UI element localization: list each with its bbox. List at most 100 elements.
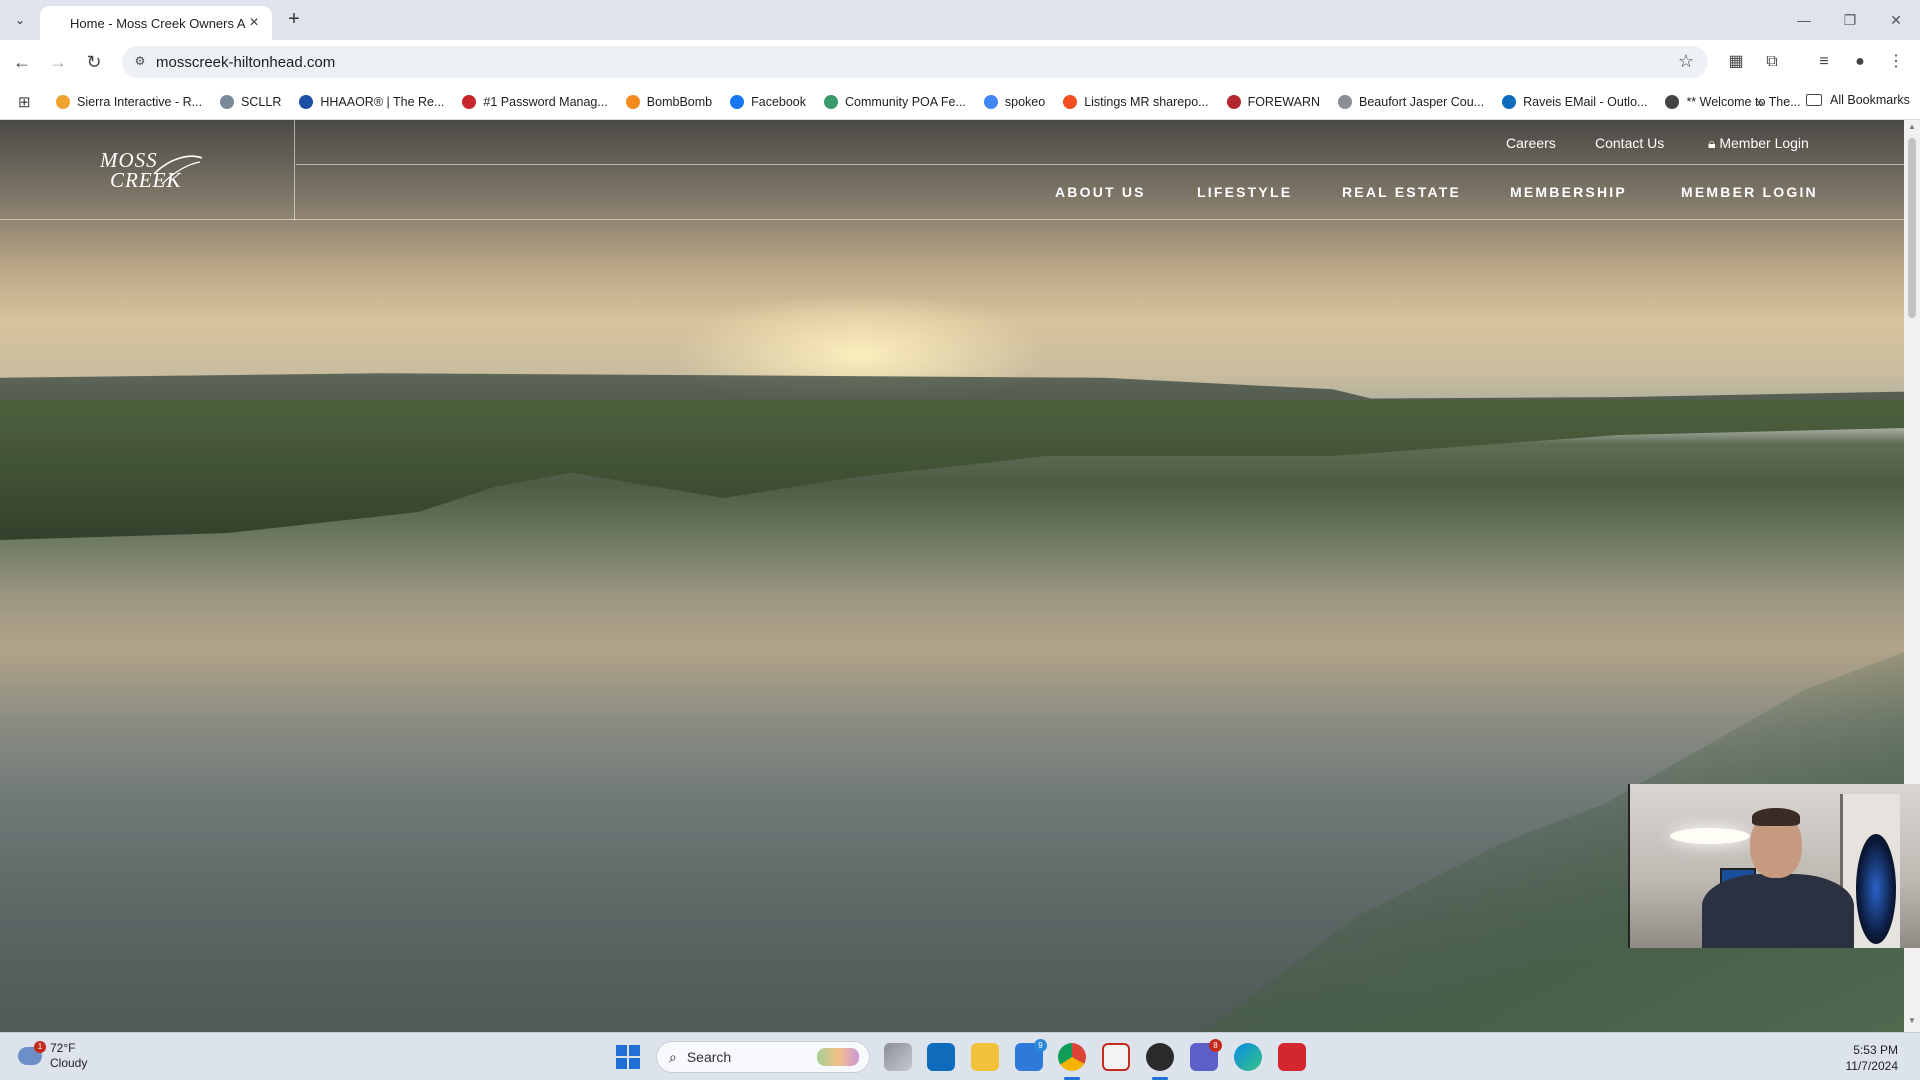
bookmark-favicon-icon	[983, 94, 998, 109]
profile-avatar-icon[interactable]: ●	[1848, 50, 1872, 74]
bookmark-label: ** Welcome to The...	[1686, 94, 1801, 109]
bookmark-label: SCLLR	[241, 94, 282, 109]
nav-member-login[interactable]: MEMBER LOGIN	[1681, 184, 1818, 200]
acrobat-icon[interactable]	[1278, 1043, 1306, 1071]
extension-icon[interactable]: ▦	[1724, 50, 1748, 74]
utility-bar: Careers Contact Us 🔒︎ Member Login	[296, 120, 1904, 165]
windows-taskbar: 1 72°F Cloudy ⌕ Search 9 8 5:53 PM 11/7/…	[0, 1032, 1920, 1080]
cam-ceiling-light	[1670, 828, 1750, 844]
tab-moss-creek-home[interactable]: Home - Moss Creek Owners As ×	[40, 6, 272, 40]
url-text: mosscreek-hiltonhead.com	[156, 53, 336, 71]
weather-badge: 1	[34, 1041, 46, 1053]
chrome-icon[interactable]	[1058, 1043, 1086, 1071]
clock-time: 5:53 PM	[1853, 1043, 1898, 1057]
member-login-utility-label: Member Login	[1719, 135, 1809, 151]
weather-desc: Cloudy	[50, 1056, 88, 1070]
bookmark-item[interactable]: FOREWARN	[1226, 94, 1320, 109]
cam-person-body	[1702, 874, 1854, 948]
bookmark-item[interactable]: Sierra Interactive - R...	[56, 94, 202, 109]
teams-icon[interactable]: 8	[1190, 1039, 1222, 1071]
back-icon[interactable]: ←	[10, 50, 34, 74]
more-bookmarks-chevron-icon[interactable]: »	[1756, 94, 1764, 110]
bookmark-favicon-icon	[1226, 94, 1241, 109]
phone-link-icon[interactable]: 9	[1015, 1039, 1047, 1071]
bookmark-favicon-icon	[824, 94, 839, 109]
bookmark-label: BombBomb	[646, 94, 713, 109]
bookmark-item[interactable]: Community POA Fe...	[824, 94, 966, 109]
site-info-icon[interactable]: ⚙	[132, 54, 148, 70]
obs-icon[interactable]	[1146, 1043, 1174, 1071]
bookmark-item[interactable]: HHAAOR® | The Re...	[299, 94, 444, 109]
scroll-up-icon[interactable]: ▲	[1908, 122, 1916, 131]
bookmark-favicon-icon	[462, 94, 477, 109]
bookmark-item[interactable]: Listings MR sharepo...	[1063, 94, 1209, 109]
site-header: MOSS CREEK Careers Contact Us 🔒︎ Member …	[0, 120, 1904, 220]
restore-icon[interactable]: ❐	[1830, 8, 1870, 32]
tab-close-icon[interactable]: ×	[246, 14, 262, 32]
bookmarks-bar: ⊞ Sierra Interactive - R... SCLLR HHAAOR® …	[0, 84, 1920, 120]
forward-icon[interactable]: →	[46, 50, 70, 74]
careers-link[interactable]: Careers	[1506, 135, 1556, 151]
windows-start-icon[interactable]	[616, 1045, 640, 1069]
snipping-tool-icon[interactable]	[1102, 1043, 1130, 1071]
task-view-icon[interactable]	[884, 1043, 912, 1071]
bookmark-favicon-icon	[1338, 94, 1353, 109]
bookmark-label: Listings MR sharepo...	[1084, 94, 1209, 109]
all-bookmarks-button[interactable]: All Bookmarks	[1806, 93, 1910, 107]
minimize-icon[interactable]: —	[1784, 8, 1824, 32]
search-icon: ⌕	[669, 1048, 677, 1065]
cam-lamp	[1856, 834, 1896, 944]
member-login-utility-link[interactable]: 🔒︎ Member Login	[1708, 135, 1809, 152]
teams-badge: 8	[1209, 1039, 1222, 1052]
edge-icon[interactable]	[1234, 1043, 1262, 1071]
moss-creek-logo[interactable]: MOSS CREEK	[92, 148, 204, 192]
weather-temp: 72°F	[50, 1041, 76, 1055]
nav-membership[interactable]: MEMBERSHIP	[1510, 184, 1627, 200]
media-control-icon[interactable]: ≡	[1812, 50, 1836, 74]
clock-date: 11/7/2024	[1845, 1059, 1899, 1073]
outlook-icon[interactable]	[927, 1043, 955, 1071]
search-highlight-icon	[817, 1048, 859, 1066]
bookmark-favicon-icon	[220, 94, 235, 109]
tab-search-icon[interactable]: ⌄	[8, 8, 32, 32]
bookmark-item[interactable]: Beaufort Jasper Cou...	[1338, 94, 1484, 109]
bookmark-item[interactable]: #1 Password Manag...	[462, 94, 608, 109]
file-explorer-icon[interactable]	[971, 1043, 999, 1071]
apps-grid-icon[interactable]: ⊞	[18, 93, 40, 111]
browser-menu-icon[interactable]: ⋮	[1884, 50, 1908, 74]
extensions-puzzle-icon[interactable]: ⧉	[1760, 50, 1784, 74]
bookmark-star-icon[interactable]: ☆	[1678, 51, 1694, 72]
bookmark-favicon-icon	[1063, 94, 1078, 109]
bookmark-label: Raveis EMail - Outlo...	[1523, 94, 1648, 109]
logo-text-bottom: CREEK	[110, 168, 182, 192]
bookmark-favicon-icon	[56, 94, 70, 109]
taskbar-search-label: Search	[686, 1049, 732, 1065]
folder-icon	[1806, 94, 1822, 106]
bookmark-item[interactable]: spokeo	[983, 94, 1045, 109]
bookmark-item[interactable]: Raveis EMail - Outlo...	[1502, 94, 1648, 109]
nav-lifestyle[interactable]: LIFESTYLE	[1197, 184, 1292, 200]
logo-cell: MOSS CREEK	[0, 120, 295, 220]
scroll-thumb[interactable]	[1908, 138, 1916, 318]
window-close-icon[interactable]: ✕	[1876, 8, 1916, 32]
bookmark-favicon-icon	[625, 94, 640, 109]
scroll-down-icon[interactable]: ▼	[1908, 1016, 1916, 1025]
hero-marsh	[0, 400, 1904, 540]
bookmark-item[interactable]: BombBomb	[625, 94, 713, 109]
address-bar[interactable]: ⚙ mosscreek-hiltonhead.com ☆	[122, 46, 1708, 78]
weather-text: 72°F Cloudy	[50, 1041, 87, 1071]
bookmark-item[interactable]: Facebook	[730, 94, 806, 109]
system-clock[interactable]: 5:53 PM 11/7/2024	[1846, 1042, 1899, 1074]
nav-real-estate[interactable]: REAL ESTATE	[1342, 184, 1461, 200]
taskbar-search[interactable]: ⌕ Search	[656, 1041, 870, 1073]
bookmark-item[interactable]: ** Welcome to The...	[1665, 94, 1801, 109]
weather-widget[interactable]: 1 72°F Cloudy	[18, 1041, 87, 1071]
new-tab-icon[interactable]: +	[282, 8, 306, 32]
browser-toolbar: ← → ↻ ⚙ mosscreek-hiltonhead.com ☆ ▦ ⧉ ≡…	[0, 40, 1920, 84]
reload-icon[interactable]: ↻	[82, 50, 106, 74]
tab-strip: ⌄ Home - Moss Creek Owners As × + — ❐ ✕	[0, 0, 1920, 40]
bookmark-favicon-icon	[730, 94, 745, 109]
nav-about-us[interactable]: ABOUT US	[1055, 184, 1146, 200]
contact-us-link[interactable]: Contact Us	[1595, 135, 1664, 151]
bookmark-item[interactable]: SCLLR	[220, 94, 282, 109]
